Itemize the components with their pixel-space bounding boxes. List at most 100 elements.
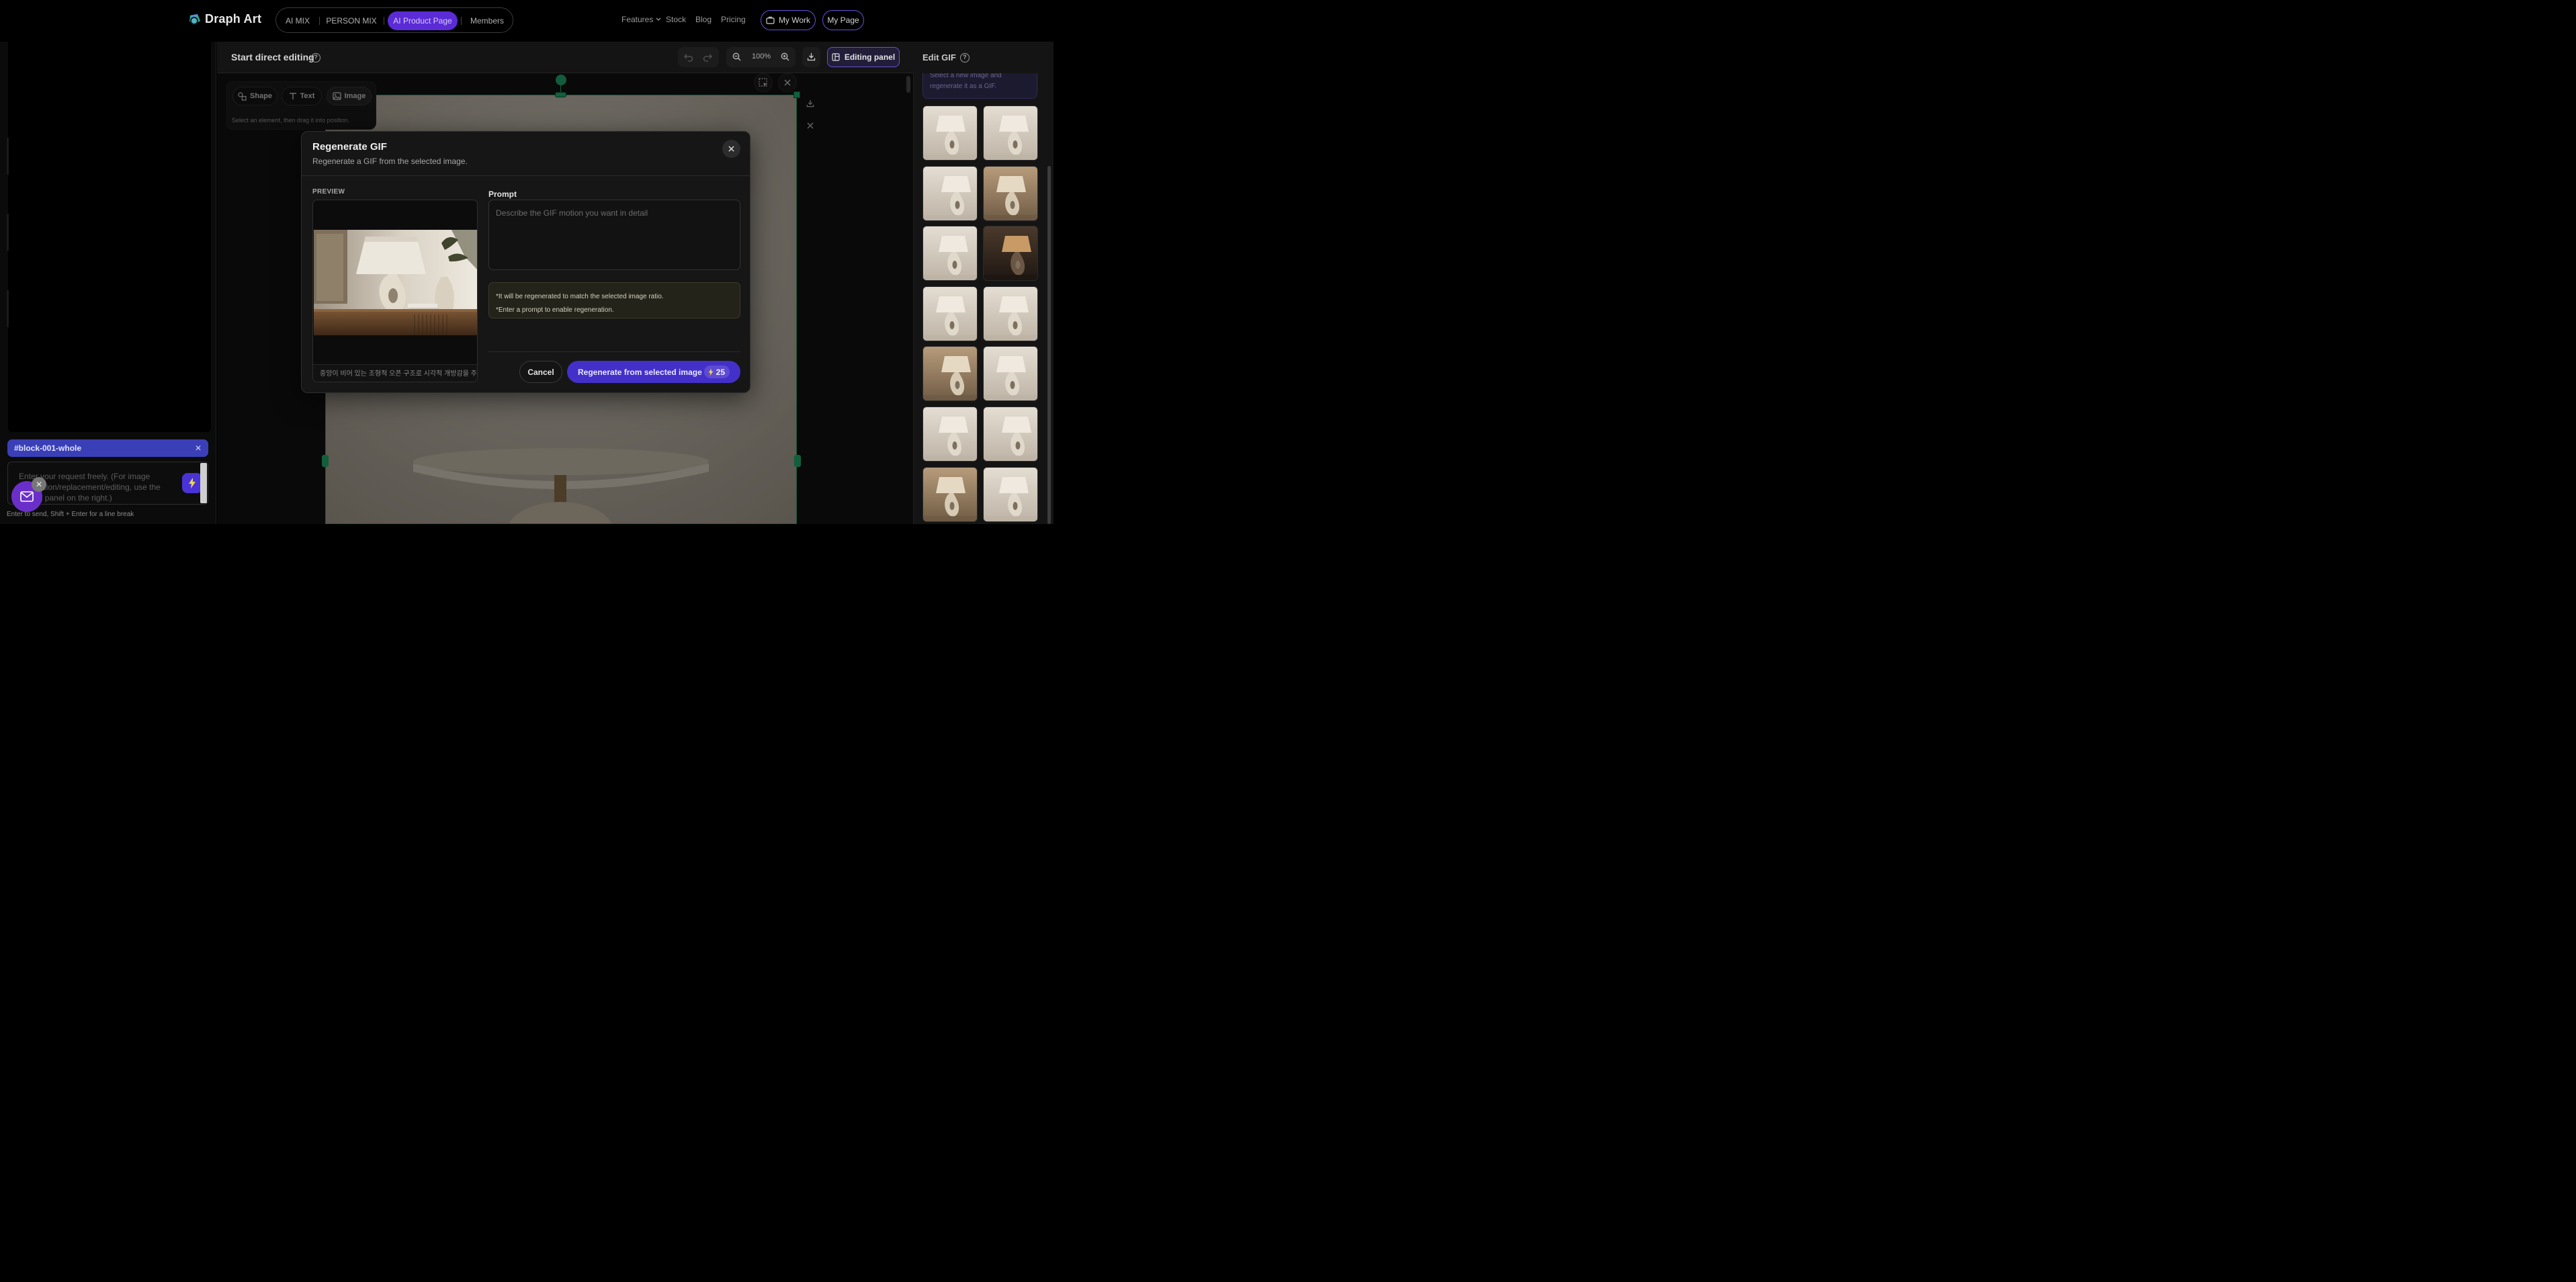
editing-panel-label: Editing panel <box>844 52 896 62</box>
zoom-level: 100% <box>752 52 771 60</box>
lamp-thumbnail-image <box>923 167 977 220</box>
chat-history-area <box>8 42 211 432</box>
pricing-link[interactable]: Pricing <box>721 15 746 24</box>
remove-block-icon[interactable]: ✕ <box>195 439 202 457</box>
gif-thumbnail[interactable] <box>922 346 978 401</box>
dialog-divider <box>302 175 750 176</box>
lamp-thumbnail-image <box>984 347 1037 400</box>
gif-thumbnail[interactable] <box>983 467 1038 522</box>
gif-thumbnail[interactable] <box>922 467 978 522</box>
tab-members[interactable]: Members <box>467 11 507 30</box>
logo-icon <box>188 13 202 26</box>
regenerate-gif-dialog: Regenerate GIF Regenerate a GIF from the… <box>301 131 750 393</box>
gif-thumbnail[interactable] <box>983 226 1038 281</box>
stock-link[interactable]: Stock <box>666 15 686 24</box>
preview-frame: 중앙이 비어 있는 조형적 오픈 구조로 시각적 개방감을 주... <box>312 200 478 382</box>
regenerate-label: Regenerate from selected image <box>578 367 702 377</box>
lamp-thumbnail-image <box>923 347 977 400</box>
note-ratio: *It will be regenerated to match the sel… <box>496 293 664 300</box>
chat-edge-marker <box>7 290 9 327</box>
gif-thumbnail[interactable] <box>922 407 978 462</box>
mail-icon <box>20 491 34 502</box>
history-controls <box>678 47 719 67</box>
chat-edge-marker <box>7 214 9 251</box>
editor-title: Start direct editing <box>231 52 314 62</box>
chevron-down-icon <box>656 17 661 21</box>
gif-thumbnail[interactable] <box>983 286 1038 341</box>
close-icon <box>728 146 734 152</box>
gif-thumbnail[interactable] <box>983 105 1038 161</box>
lamp-thumbnail-image <box>984 407 1037 461</box>
lamp-thumbnail-image <box>984 106 1037 160</box>
block-tag: #block-001-whole <box>14 443 82 453</box>
top-navigation: Draph Art AI MIX PERSON MIX AI Product P… <box>0 0 1054 42</box>
panel-scrollbar[interactable] <box>1047 166 1051 524</box>
send-button[interactable] <box>182 473 202 493</box>
dialog-subtitle: Regenerate a GIF from the selected image… <box>312 157 468 166</box>
edit-gif-title: Edit GIF <box>922 52 956 62</box>
edit-gif-title-row: Edit GIF ? <box>922 52 970 62</box>
tab-separator <box>461 17 462 25</box>
features-label: Features <box>621 15 654 24</box>
undo-icon[interactable] <box>684 52 693 62</box>
panel-icon <box>832 53 840 61</box>
tab-ai-product-page[interactable]: AI Product Page <box>388 11 458 30</box>
credit-cost-badge: 25 <box>703 366 730 378</box>
lamp-thumbnail-image <box>923 106 977 160</box>
download-control[interactable] <box>802 47 820 67</box>
gif-thumbnail[interactable] <box>922 286 978 341</box>
chat-edge-marker <box>7 138 9 175</box>
my-page-button[interactable]: My Page <box>822 10 864 30</box>
lamp-thumbnail-image <box>923 287 977 341</box>
dialog-title: Regenerate GIF <box>312 141 387 153</box>
gif-thumbnail[interactable] <box>922 166 978 221</box>
credit-cost: 25 <box>716 367 725 377</box>
gif-thumbnail[interactable] <box>922 105 978 161</box>
cancel-button[interactable]: Cancel <box>519 361 562 383</box>
dialog-close-button[interactable] <box>722 140 740 158</box>
selected-block-chip: #block-001-whole ✕ <box>7 439 208 457</box>
my-work-button[interactable]: My Work <box>761 10 816 30</box>
brand-logo[interactable]: Draph Art <box>188 12 261 26</box>
close-contact-icon[interactable]: ✕ <box>32 477 46 492</box>
prompt-placeholder: Describe the GIF motion you want in deta… <box>496 208 648 218</box>
preview-caption: 중앙이 비어 있는 조형적 오픈 구조로 시각적 개방감을 주... <box>313 364 477 382</box>
help-icon[interactable]: ? <box>311 53 320 62</box>
regenerate-button[interactable]: Regenerate from selected image 25 <box>567 361 740 383</box>
main-tabs: AI MIX PERSON MIX AI Product Page Member… <box>275 7 513 33</box>
redo-icon[interactable] <box>703 52 712 62</box>
prompt-textarea[interactable]: Describe the GIF motion you want in deta… <box>488 200 740 270</box>
note-prompt-required: *Enter a prompt to enable regeneration. <box>496 306 614 314</box>
lamp-thumbnail-image <box>923 226 977 280</box>
blog-link[interactable]: Blog <box>695 15 712 24</box>
zoom-in-icon[interactable] <box>781 52 789 61</box>
lightning-icon <box>708 368 713 376</box>
zoom-out-icon[interactable] <box>732 52 741 61</box>
features-menu[interactable]: Features <box>621 15 661 24</box>
prompt-label: Prompt <box>488 189 517 199</box>
briefcase-icon <box>766 16 775 24</box>
preview-image <box>314 230 477 335</box>
lamp-thumbnail-image <box>984 167 1037 220</box>
lamp-thumbnail-image <box>984 468 1037 521</box>
tab-separator <box>319 17 320 25</box>
tab-ai-mix[interactable]: AI MIX <box>282 11 314 30</box>
zoom-controls: 100% <box>726 47 796 67</box>
gif-thumbnail[interactable] <box>922 226 978 281</box>
my-work-label: My Work <box>778 15 811 25</box>
gif-thumbnail[interactable] <box>983 407 1038 462</box>
request-scrollbar[interactable] <box>200 463 207 503</box>
regeneration-notes: *It will be regenerated to match the sel… <box>488 282 740 318</box>
tab-person-mix[interactable]: PERSON MIX <box>325 11 378 30</box>
gif-thumbnail[interactable] <box>983 166 1038 221</box>
gif-thumbnail[interactable] <box>983 346 1038 401</box>
help-icon[interactable]: ? <box>959 52 970 62</box>
lightning-icon <box>189 478 196 488</box>
lamp-thumbnail-image <box>984 287 1037 341</box>
preview-label: PREVIEW <box>312 188 345 196</box>
footer-divider <box>488 351 740 352</box>
editing-panel-button[interactable]: Editing panel <box>827 47 900 67</box>
lamp-thumbnail-image <box>923 407 977 461</box>
lamp-thumbnail-image <box>923 468 977 521</box>
lamp-thumbnail-image <box>984 226 1037 280</box>
